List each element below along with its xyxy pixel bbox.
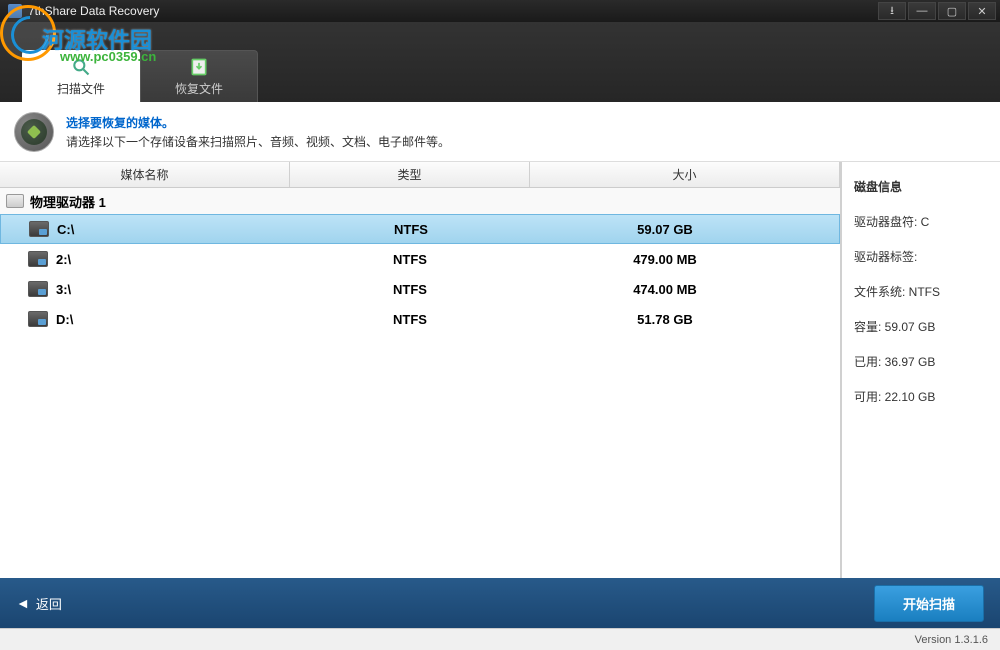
drive-group[interactable]: 物理驱动器 1: [0, 188, 840, 214]
window-title: 7thShare Data Recovery: [28, 4, 159, 18]
footer: ◄ 返回 开始扫描: [0, 578, 1000, 628]
disk-info-filesystem: 文件系统: NTFS: [854, 283, 988, 300]
back-button[interactable]: ◄ 返回: [16, 594, 62, 613]
tab-scan[interactable]: 扫描文件: [22, 50, 140, 102]
hdd-icon: [6, 194, 24, 208]
minimize-button[interactable]: —: [908, 2, 936, 20]
drive-icon: [28, 311, 48, 327]
drive-row[interactable]: D:\ NTFS 51.78 GB: [0, 304, 840, 334]
search-icon: [69, 56, 93, 78]
column-size[interactable]: 大小: [530, 162, 840, 187]
disk-info-capacity: 容量: 59.07 GB: [854, 318, 988, 335]
back-arrow-icon: ◄: [16, 595, 30, 611]
disk-info-used: 已用: 36.97 GB: [854, 353, 988, 370]
disk-info-letter: 驱动器盘符: C: [854, 213, 988, 230]
version-bar: Version 1.3.1.6: [0, 628, 1000, 650]
column-type[interactable]: 类型: [290, 162, 530, 187]
disk-info-title: 磁盘信息: [854, 178, 988, 195]
drive-list: 媒体名称 类型 大小 物理驱动器 1 C:\ NTFS 59.07 GB: [0, 162, 842, 578]
media-icon: [14, 112, 54, 152]
disk-info-label: 驱动器标签:: [854, 248, 988, 265]
drive-icon: [28, 251, 48, 267]
drive-row[interactable]: 3:\ NTFS 474.00 MB: [0, 274, 840, 304]
close-button[interactable]: ✕: [968, 2, 996, 20]
version-text: Version 1.3.1.6: [915, 634, 988, 646]
drive-row[interactable]: 2:\ NTFS 479.00 MB: [0, 244, 840, 274]
instruction-title: 选择要恢复的媒体。: [66, 114, 450, 131]
recover-icon: [187, 56, 211, 78]
start-scan-button[interactable]: 开始扫描: [874, 585, 984, 622]
titlebar: 7thShare Data Recovery ⭳ — ▢ ✕: [0, 0, 1000, 22]
app-icon: [8, 4, 22, 18]
disk-info-panel: 磁盘信息 驱动器盘符: C 驱动器标签: 文件系统: NTFS 容量: 59.0…: [842, 162, 1000, 578]
drive-row[interactable]: C:\ NTFS 59.07 GB: [0, 214, 840, 244]
drive-icon: [29, 221, 49, 237]
drive-icon: [28, 281, 48, 297]
download-button[interactable]: ⭳: [878, 2, 906, 20]
instruction-desc: 请选择以下一个存储设备来扫描照片、音频、视频、文档、电子邮件等。: [66, 133, 450, 150]
disk-info-free: 可用: 22.10 GB: [854, 388, 988, 405]
maximize-button[interactable]: ▢: [938, 2, 966, 20]
header: 扫描文件 恢复文件: [0, 22, 1000, 102]
tab-recover[interactable]: 恢复文件: [140, 50, 258, 102]
instruction-bar: 选择要恢复的媒体。 请选择以下一个存储设备来扫描照片、音频、视频、文档、电子邮件…: [0, 102, 1000, 162]
column-name[interactable]: 媒体名称: [0, 162, 290, 187]
